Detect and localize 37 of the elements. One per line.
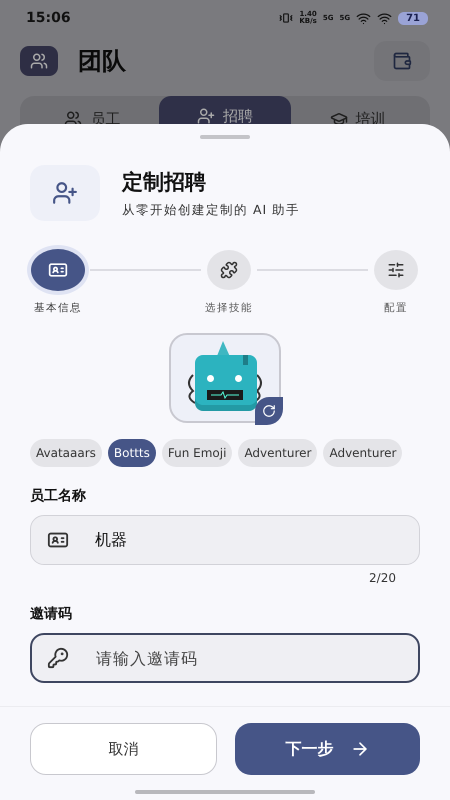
key-icon <box>47 647 69 669</box>
page-title: 团队 <box>78 46 127 77</box>
puzzle-icon <box>220 261 238 279</box>
step-label: 配置 <box>384 301 408 315</box>
vibrate-icon <box>279 11 294 25</box>
step-circle[interactable] <box>31 249 85 291</box>
team-app-icon <box>20 46 58 76</box>
user-plus-icon <box>197 107 215 125</box>
cancel-button[interactable]: 取消 <box>30 723 217 775</box>
refresh-button[interactable] <box>255 397 283 425</box>
refresh-icon <box>262 404 276 418</box>
style-chip[interactable]: Adventurer <box>238 439 318 467</box>
input-field[interactable]: 请输入邀请码 <box>30 633 420 683</box>
status-time: 15:06 <box>26 10 72 26</box>
wifi-icon <box>356 10 372 26</box>
sheet-title: 定制招聘 <box>122 168 207 196</box>
step-circle[interactable] <box>374 250 418 290</box>
character-counter: 2/20 <box>369 571 396 585</box>
step-circle[interactable] <box>207 250 251 290</box>
style-chip[interactable]: Avataaars <box>30 439 102 467</box>
step-label: 选择技能 <box>205 301 253 315</box>
field-label: 员工名称 <box>30 487 87 505</box>
input-field[interactable]: 机器 <box>30 515 420 565</box>
wallet-icon <box>392 51 412 71</box>
style-chip[interactable]: Fun Emoji <box>162 439 232 467</box>
style-chip[interactable]: Adventurer <box>323 439 402 467</box>
user-plus-icon <box>30 165 100 221</box>
next-button[interactable]: 下一步 <box>235 723 420 775</box>
sheet-subtitle: 从零开始创建定制的 AI 助手 <box>122 202 300 218</box>
wallet-button[interactable] <box>374 41 430 81</box>
style-chip[interactable]: Bottts <box>108 439 156 467</box>
wifi-icon <box>377 10 392 26</box>
sheet-handle[interactable] <box>200 135 250 139</box>
field-label: 邀请码 <box>30 605 73 623</box>
battery-level: 71 <box>398 12 428 24</box>
sliders-icon <box>387 261 405 279</box>
step-label: 基本信息 <box>34 301 82 315</box>
